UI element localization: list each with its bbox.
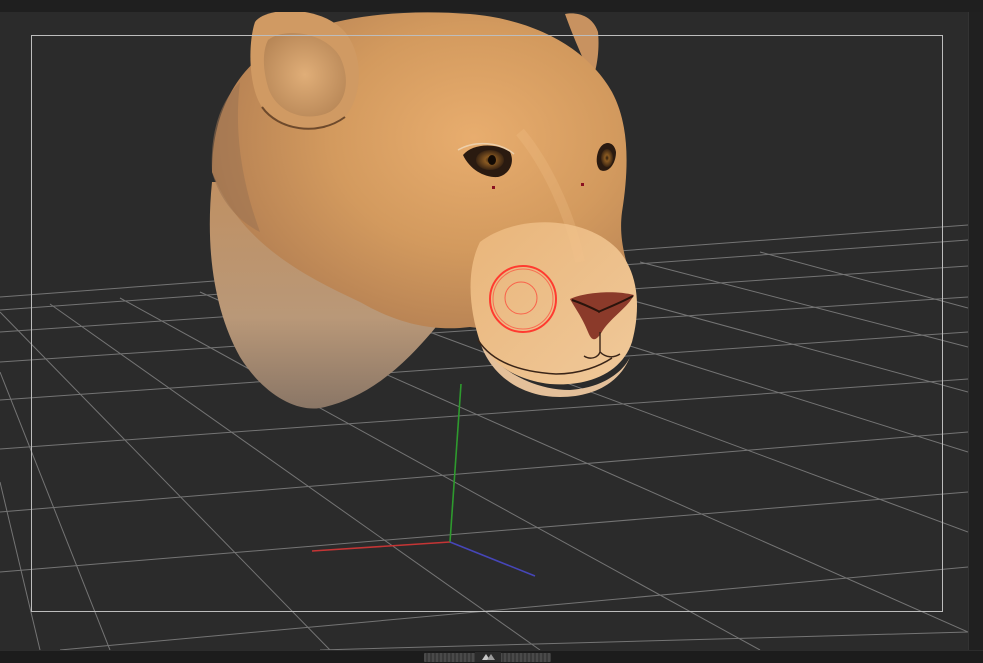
sculpt-app-window — [0, 0, 983, 663]
right-scrollbar[interactable] — [968, 12, 983, 650]
x-axis-line — [311, 541, 451, 552]
vertex-marker — [581, 183, 584, 186]
vertex-marker — [492, 186, 495, 189]
viewport-canvas[interactable] — [0, 12, 968, 650]
3d-viewport[interactable] — [0, 12, 968, 650]
panel-toggle-handle[interactable] — [424, 652, 551, 662]
bottom-panel-bar — [0, 650, 983, 663]
y-axis-line — [449, 383, 462, 543]
lioness-head-model[interactable] — [209, 12, 637, 409]
z-axis-line — [449, 541, 536, 577]
up-down-arrows-icon[interactable] — [474, 652, 501, 662]
